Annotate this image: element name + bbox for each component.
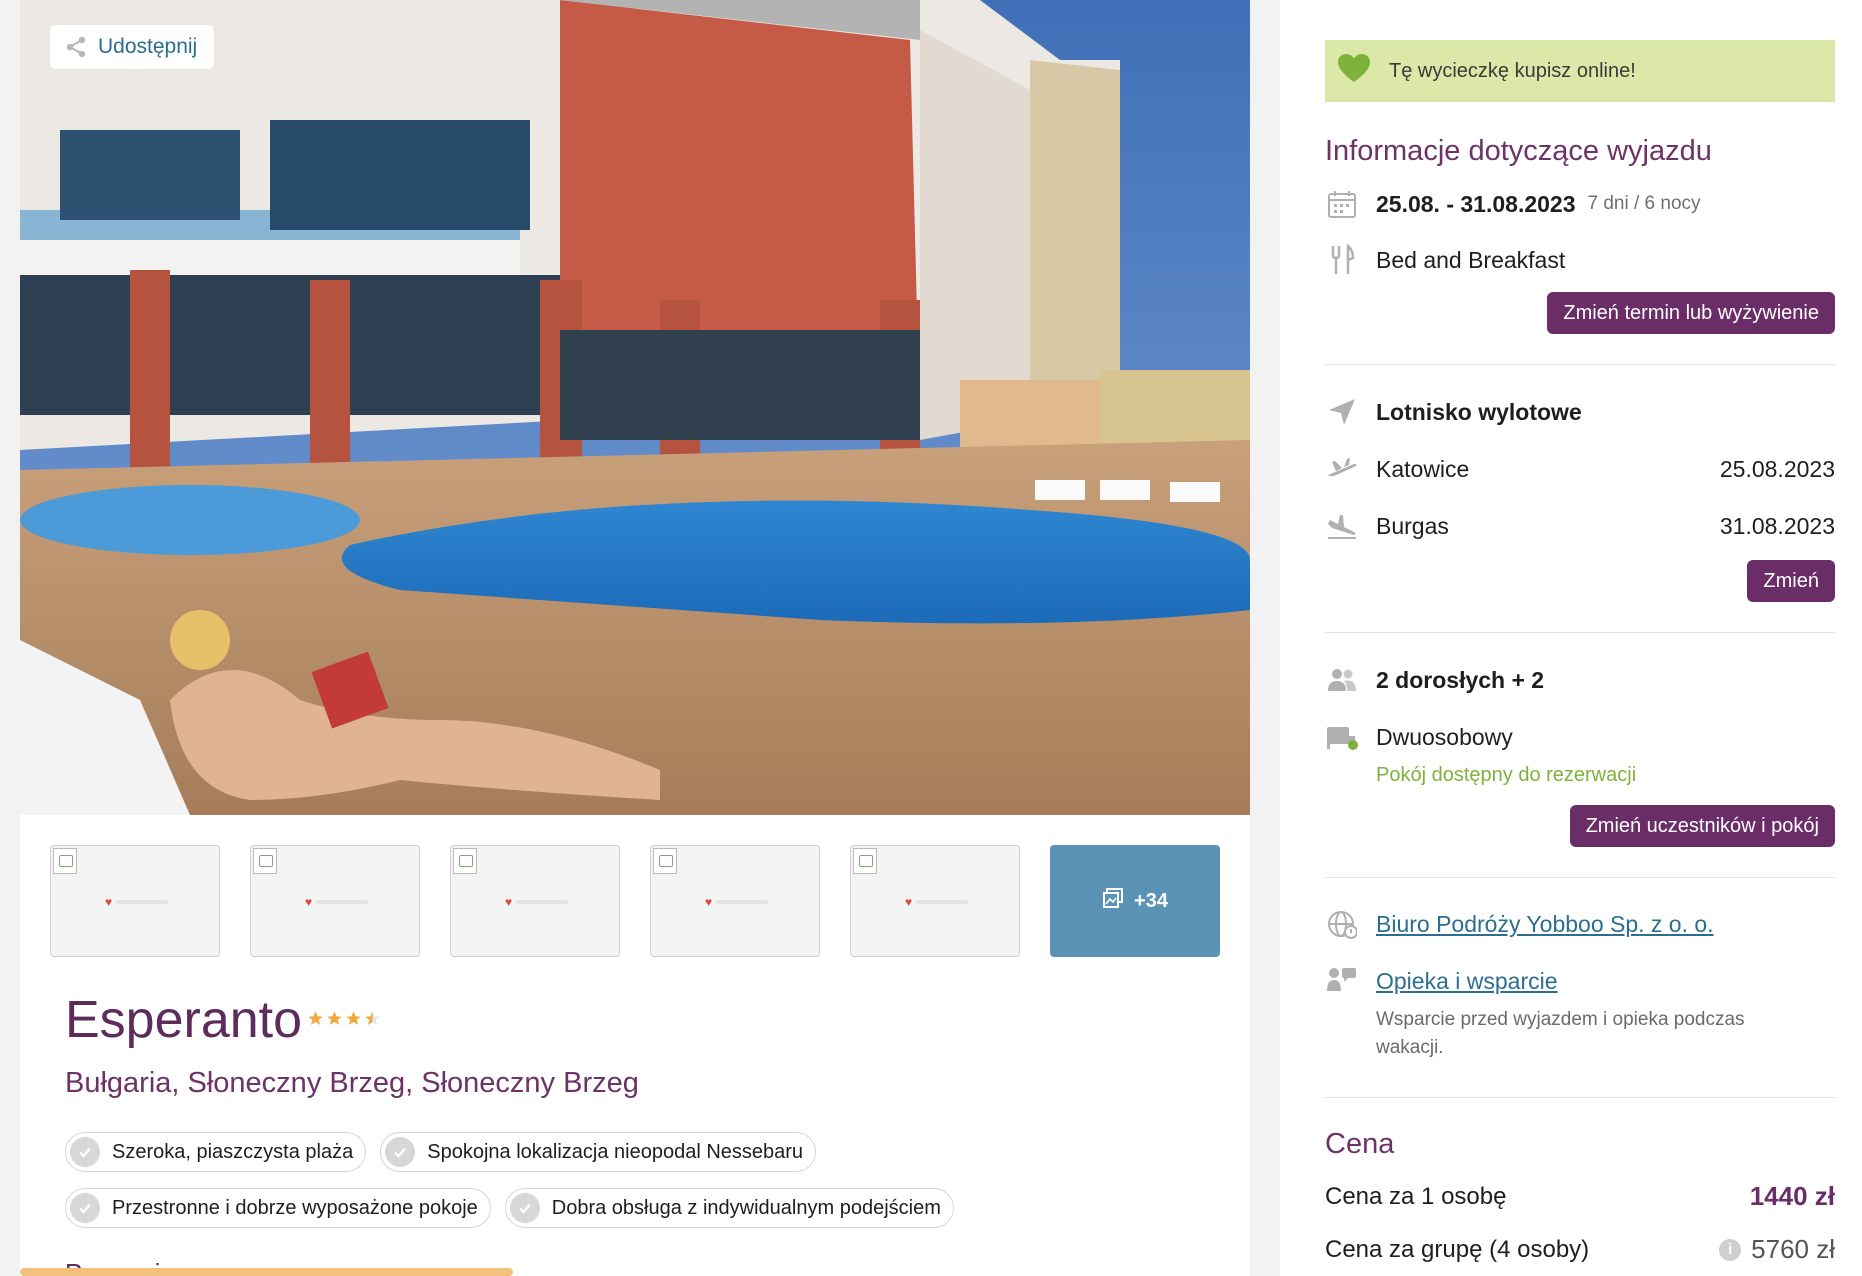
participants-row: 2 dorosłych + 2 (1325, 663, 1835, 697)
bed-icon (1325, 720, 1359, 754)
more-photos-button[interactable]: +34 (1050, 845, 1220, 957)
broken-image-icon (253, 848, 277, 874)
trip-dates: 25.08. - 31.08.2023 (1376, 190, 1576, 217)
navigation-arrow-icon (1325, 395, 1359, 429)
agency-link[interactable]: Biuro Podróży Yobboo Sp. z o. o. (1376, 911, 1714, 938)
star-icon (346, 1011, 361, 1025)
star-icon (327, 1011, 342, 1025)
check-icon (70, 1137, 100, 1167)
placeholder-logo: ♥ (105, 896, 177, 908)
photo-thumbnail[interactable]: ♥ (650, 845, 820, 957)
feature-label: Szeroka, piaszczysta plaża (112, 1140, 354, 1163)
placeholder-logo: ♥ (905, 896, 977, 908)
broken-image-icon (853, 848, 877, 874)
broken-image-icon (53, 848, 77, 874)
placeholder-logo: ♥ (705, 896, 777, 908)
price-group-value-wrap: i 5760 zł (1719, 1234, 1835, 1265)
feature-tag: Spokojna lokalizacja nieopodal Nessebaru (380, 1132, 817, 1172)
cutlery-icon (1325, 243, 1359, 277)
price-group-label: Cena za grupę (4 osoby) (1325, 1235, 1590, 1263)
photo-thumbnail[interactable]: ♥ (50, 845, 220, 957)
arrival-city: Burgas (1376, 512, 1449, 539)
plane-landing-icon (1325, 509, 1359, 543)
divider (1325, 632, 1835, 633)
agency-row: Biuro Podróży Yobboo Sp. z o. o. (1325, 907, 1835, 941)
departure-row: Katowice 25.08.2023 (1325, 452, 1835, 486)
feature-label: Spokojna lokalizacja nieopodal Nessebaru (427, 1140, 804, 1163)
airport-heading: Lotnisko wylotowe (1376, 398, 1582, 425)
hotel-pool-photo (20, 0, 1250, 815)
share-label: Udostępnij (98, 35, 198, 58)
photo-thumbnails: ♥ ♥ ♥ ♥ ♥ +34 (50, 845, 1220, 957)
departure-city: Katowice (1376, 455, 1470, 482)
check-icon (385, 1137, 416, 1167)
divider (1325, 364, 1835, 365)
hero-photo[interactable] (20, 0, 1250, 815)
placeholder-logo: ♥ (305, 896, 377, 908)
departure-date: 25.08.2023 (1719, 455, 1835, 482)
price-per-person-value: 1440 zł (1749, 1181, 1835, 1211)
support-icon (1325, 964, 1359, 998)
online-banner-text: Tę wycieczkę kupisz online! (1389, 59, 1636, 82)
feature-label: Przestronne i dobrze wyposażone pokoje (112, 1196, 478, 1219)
share-icon (64, 35, 88, 59)
trip-info-title: Informacje dotyczące wyjazdu (1325, 135, 1712, 167)
broken-image-icon (653, 848, 677, 874)
change-term-button[interactable]: Zmień termin lub wyżywienie (1547, 292, 1835, 334)
broken-image-icon (453, 848, 477, 874)
price-per-person-label: Cena za 1 osobę (1325, 1182, 1507, 1210)
divider (1325, 877, 1835, 878)
price-group-value: 5760 zł (1751, 1234, 1835, 1264)
photo-thumbnail[interactable]: ♥ (450, 845, 620, 957)
hotel-stars (307, 1010, 381, 1027)
change-participants-button[interactable]: Zmień uczestników i pokój (1569, 805, 1835, 847)
booking-sidebar: Tę wycieczkę kupisz online! Informacje d… (1280, 0, 1862, 1276)
feature-tag: Przestronne i dobrze wyposażone pokoje (65, 1188, 491, 1228)
placeholder-logo: ♥ (505, 896, 577, 908)
trip-duration: 7 dni / 6 nocy (1587, 193, 1701, 214)
feature-label: Dobra obsługa z indywidualnym podejściem (551, 1196, 941, 1219)
globe-icon (1325, 907, 1359, 941)
price-group-row: Cena za grupę (4 osoby) i 5760 zł (1325, 1234, 1835, 1265)
support-row: Opieka i wsparcie (1325, 964, 1835, 998)
check-icon (509, 1193, 540, 1223)
price-title: Cena (1325, 1128, 1395, 1160)
promo-bar (20, 1268, 513, 1276)
calendar-icon (1325, 187, 1359, 221)
feature-tag: Szeroka, piaszczysta plaża (65, 1132, 367, 1172)
room-row: Dwuosobowy (1325, 720, 1835, 754)
info-icon[interactable]: i (1719, 1238, 1742, 1261)
room-availability: Pokój dostępny do rezerwacji (1376, 764, 1637, 786)
airport-heading-row: Lotnisko wylotowe (1325, 395, 1835, 429)
feature-tag: Dobra obsługa z indywidualnym podejściem (504, 1188, 954, 1228)
hotel-name: Esperanto (65, 991, 303, 1049)
half-star-icon (365, 1011, 380, 1025)
online-purchase-banner: Tę wycieczkę kupisz online! (1325, 40, 1835, 102)
photo-thumbnail[interactable]: ♥ (850, 845, 1020, 957)
trip-dates-row: 25.08. - 31.08.2023 7 dni / 6 nocy (1325, 187, 1835, 221)
hotel-location: Bułgaria, Słoneczny Brzeg, Słoneczny Brz… (65, 1067, 639, 1099)
heart-icon (1337, 53, 1371, 89)
feature-list: Szeroka, piaszczysta plaża Spokojna loka… (65, 1132, 1065, 1228)
support-link[interactable]: Opieka i wsparcie (1376, 968, 1558, 995)
change-flight-button[interactable]: Zmień (1747, 560, 1835, 602)
board-row: Bed and Breakfast (1325, 243, 1835, 277)
gallery-icon (1102, 887, 1124, 915)
plane-takeoff-icon (1325, 452, 1359, 486)
share-button[interactable]: Udostępnij (50, 25, 215, 69)
board-type: Bed and Breakfast (1376, 246, 1566, 273)
more-photos-count: +34 (1134, 889, 1168, 912)
arrival-row: Burgas 31.08.2023 (1325, 509, 1835, 543)
participants: 2 dorosłych + 2 (1376, 666, 1545, 693)
divider (1325, 1097, 1835, 1098)
support-description: Wsparcie przed wyjazdem i opieka podczas… (1376, 1009, 1745, 1058)
photo-thumbnail[interactable]: ♥ (250, 845, 420, 957)
people-icon (1325, 663, 1359, 697)
arrival-date: 31.08.2023 (1719, 512, 1835, 539)
hotel-content: Udostępnij ♥ ♥ ♥ ♥ ♥ +34 Esperanto Bułga… (20, 0, 1250, 1276)
price-per-person-row: Cena za 1 osobę 1440 zł (1325, 1181, 1835, 1212)
check-icon (70, 1193, 100, 1223)
room-type: Dwuosobowy (1376, 723, 1513, 750)
star-icon (308, 1011, 323, 1025)
